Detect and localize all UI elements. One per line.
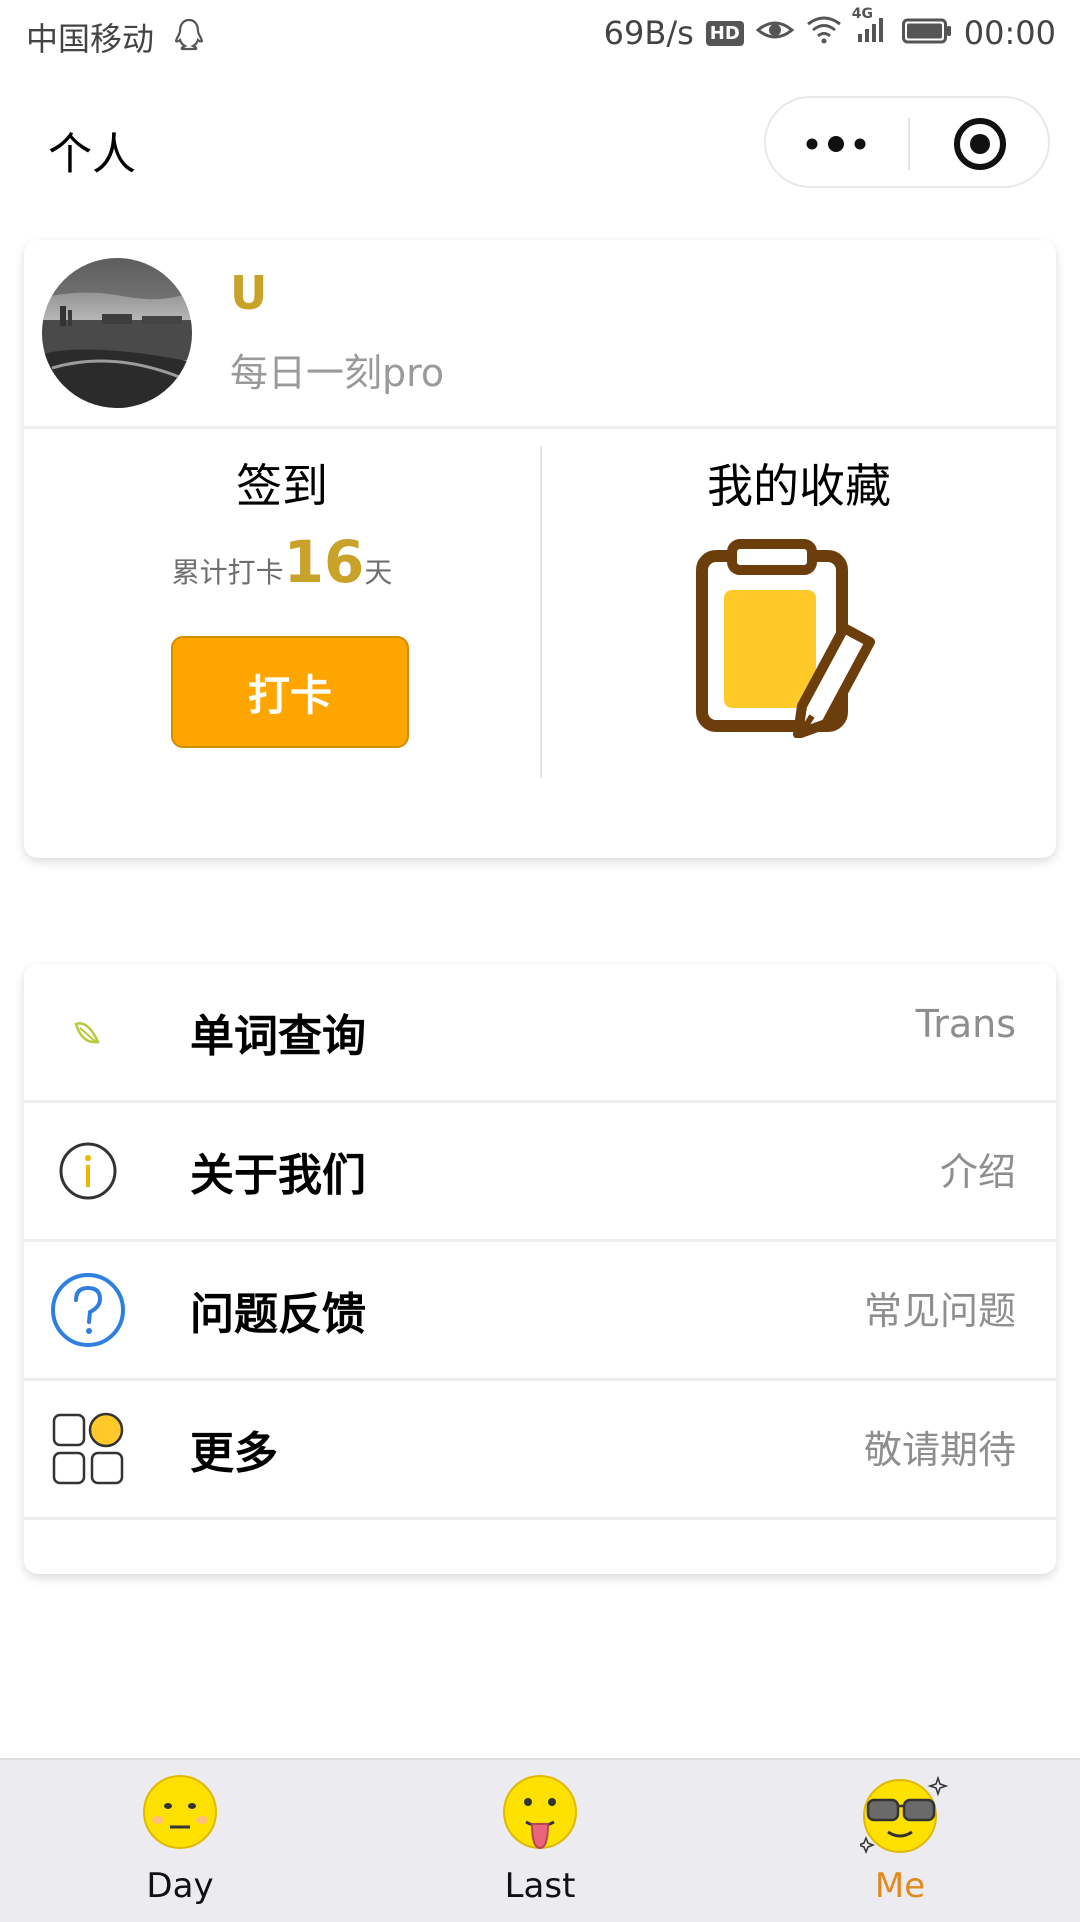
tab-last[interactable]: Last xyxy=(440,1760,640,1922)
page-title: 个人 xyxy=(48,129,136,180)
menu-label: 单词查询 xyxy=(190,1011,366,1062)
network-speed: 69B/s xyxy=(603,14,694,52)
carrier-name: 中国移动 xyxy=(26,20,155,58)
tongue-face-icon xyxy=(500,1772,580,1862)
target-circle-icon xyxy=(954,118,1006,170)
checkin-days: 16 xyxy=(283,528,365,596)
menu-divider xyxy=(24,1517,1056,1520)
profile-card: U 每日一刻pro 签到 累计打卡16天 打卡 我的收藏 xyxy=(24,240,1056,858)
mini-program-capsule xyxy=(764,96,1050,188)
menu-value: Trans xyxy=(915,1002,1016,1046)
checkin-prefix: 累计打卡 xyxy=(171,556,284,589)
battery-icon xyxy=(901,14,952,52)
wifi-icon xyxy=(806,14,842,52)
menu-item-more[interactable]: 更多 敬请期待 xyxy=(24,1381,1056,1517)
status-bar: 中国移动 69B/s HD 4G 00:00 xyxy=(0,0,1080,76)
qq-notification-icon xyxy=(174,18,204,58)
tab-bar: Day Last Me xyxy=(0,1758,1080,1922)
card-divider xyxy=(24,426,1056,429)
more-options-button[interactable] xyxy=(766,98,908,190)
info-icon xyxy=(48,1131,128,1211)
menu-card: 单词查询 Trans 关于我们 介绍 问题反馈 常见问题 更多 敬请期待 xyxy=(24,964,1056,1574)
menu-item-about-us[interactable]: 关于我们 介绍 xyxy=(24,1103,1056,1239)
clipboard-pencil-icon[interactable] xyxy=(694,538,884,742)
checkin-title: 签到 xyxy=(236,459,328,513)
menu-label: 问题反馈 xyxy=(190,1289,366,1340)
question-icon xyxy=(48,1270,128,1350)
tab-label: Last xyxy=(504,1866,576,1906)
tab-label: Me xyxy=(874,1866,926,1906)
menu-item-word-lookup[interactable]: 单词查询 Trans xyxy=(24,964,1056,1100)
tab-label: Day xyxy=(146,1866,214,1906)
more-dots-icon xyxy=(806,136,866,152)
clock: 00:00 xyxy=(963,14,1056,52)
checkin-button[interactable]: 打卡 xyxy=(171,636,409,748)
neutral-face-icon xyxy=(140,1772,220,1856)
apps-icon xyxy=(48,1409,128,1489)
tab-day[interactable]: Day xyxy=(80,1760,280,1922)
profile-subtitle: 每日一刻pro xyxy=(230,351,445,395)
menu-label: 关于我们 xyxy=(190,1150,366,1201)
username: U xyxy=(230,266,268,320)
checkin-count: 累计打卡16天 xyxy=(24,528,540,596)
tab-me[interactable]: Me xyxy=(800,1760,1000,1922)
checkin-suffix: 天 xyxy=(364,556,393,589)
menu-item-feedback[interactable]: 问题反馈 常见问题 xyxy=(24,1242,1056,1378)
favorites-title[interactable]: 我的收藏 xyxy=(542,450,1056,516)
nav-bar: 个人 xyxy=(0,76,1080,212)
menu-label: 更多 xyxy=(190,1428,278,1479)
sunglasses-face-icon xyxy=(856,1772,950,1862)
menu-value: 介绍 xyxy=(939,1150,1016,1194)
avatar[interactable] xyxy=(42,258,192,408)
menu-value: 敬请期待 xyxy=(863,1428,1016,1472)
signal-icon: 4G xyxy=(852,6,890,52)
leaf-icon xyxy=(48,992,128,1072)
eye-icon xyxy=(755,14,795,52)
hd-badge: HD xyxy=(705,20,744,46)
menu-value: 常见问题 xyxy=(863,1289,1016,1333)
network-type: 4G xyxy=(851,6,874,22)
close-mini-program-button[interactable] xyxy=(910,98,1052,190)
